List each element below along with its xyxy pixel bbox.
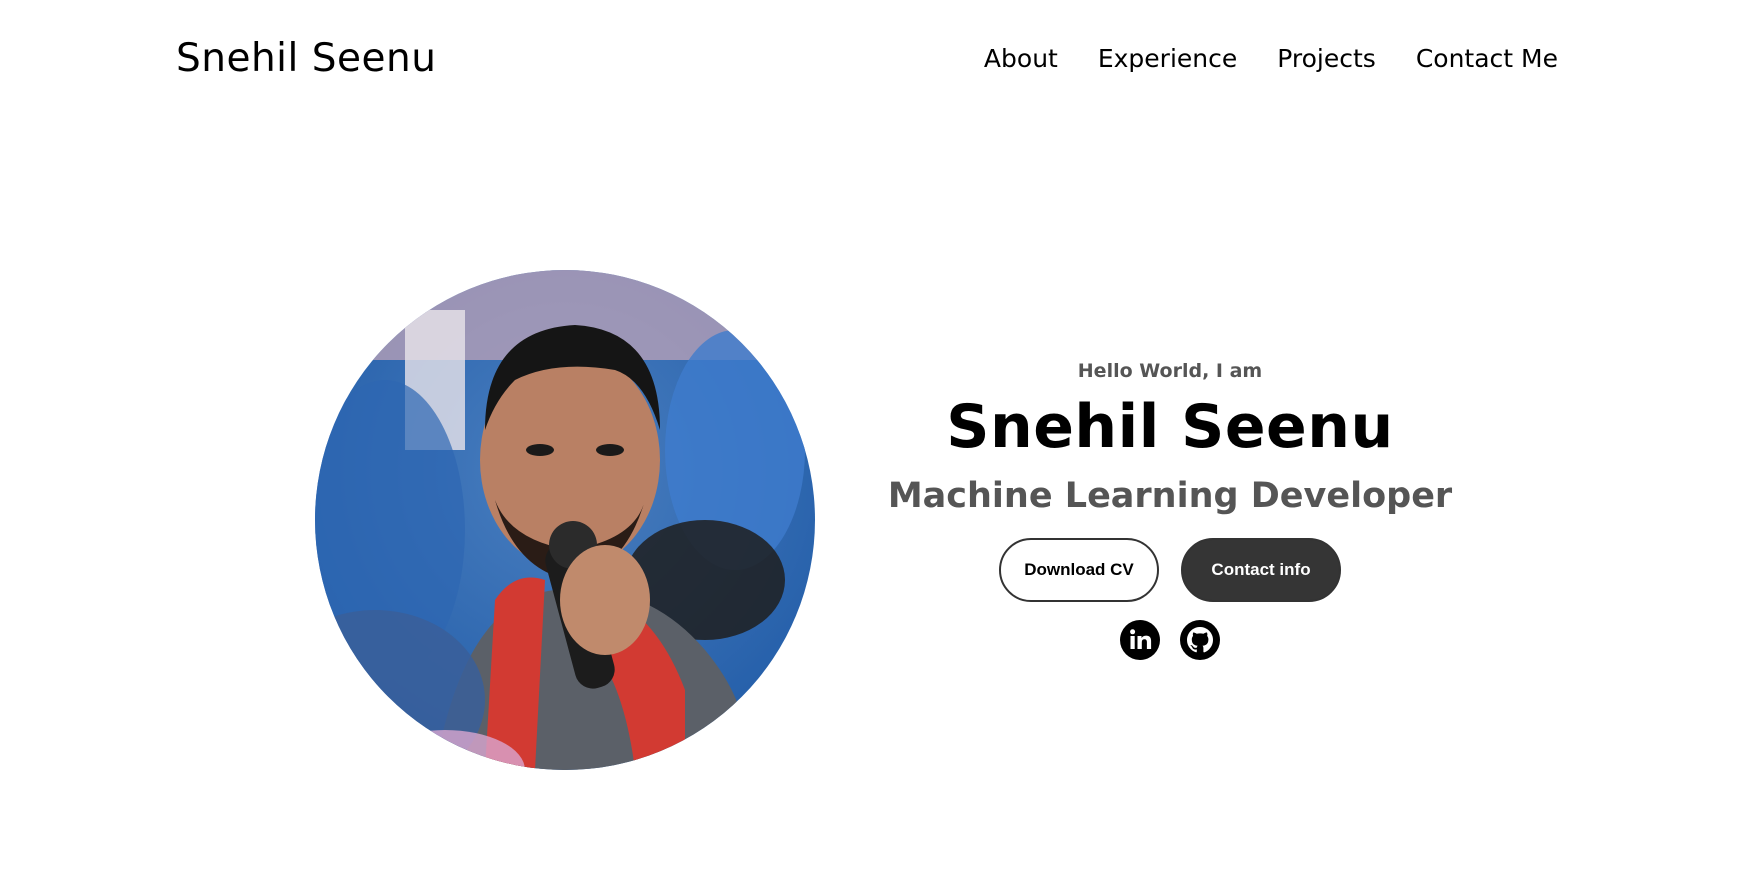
hero-name: Snehil Seenu: [946, 392, 1394, 462]
hero-text: Hello World, I am Snehil Seenu Machine L…: [880, 360, 1460, 660]
contact-info-button[interactable]: Contact info: [1181, 538, 1341, 602]
linkedin-icon[interactable]: [1120, 620, 1160, 660]
hero-buttons: Download CV Contact info: [880, 538, 1460, 602]
social-links: [880, 620, 1460, 660]
profile-photo: [315, 270, 815, 770]
hero-role: Machine Learning Developer: [887, 476, 1453, 516]
github-icon[interactable]: [1180, 620, 1220, 660]
hero-section: Hello World, I am Snehil Seenu Machine L…: [0, 0, 1752, 877]
download-cv-button[interactable]: Download CV: [999, 538, 1159, 602]
greeting-text: Hello World, I am: [1077, 360, 1263, 382]
